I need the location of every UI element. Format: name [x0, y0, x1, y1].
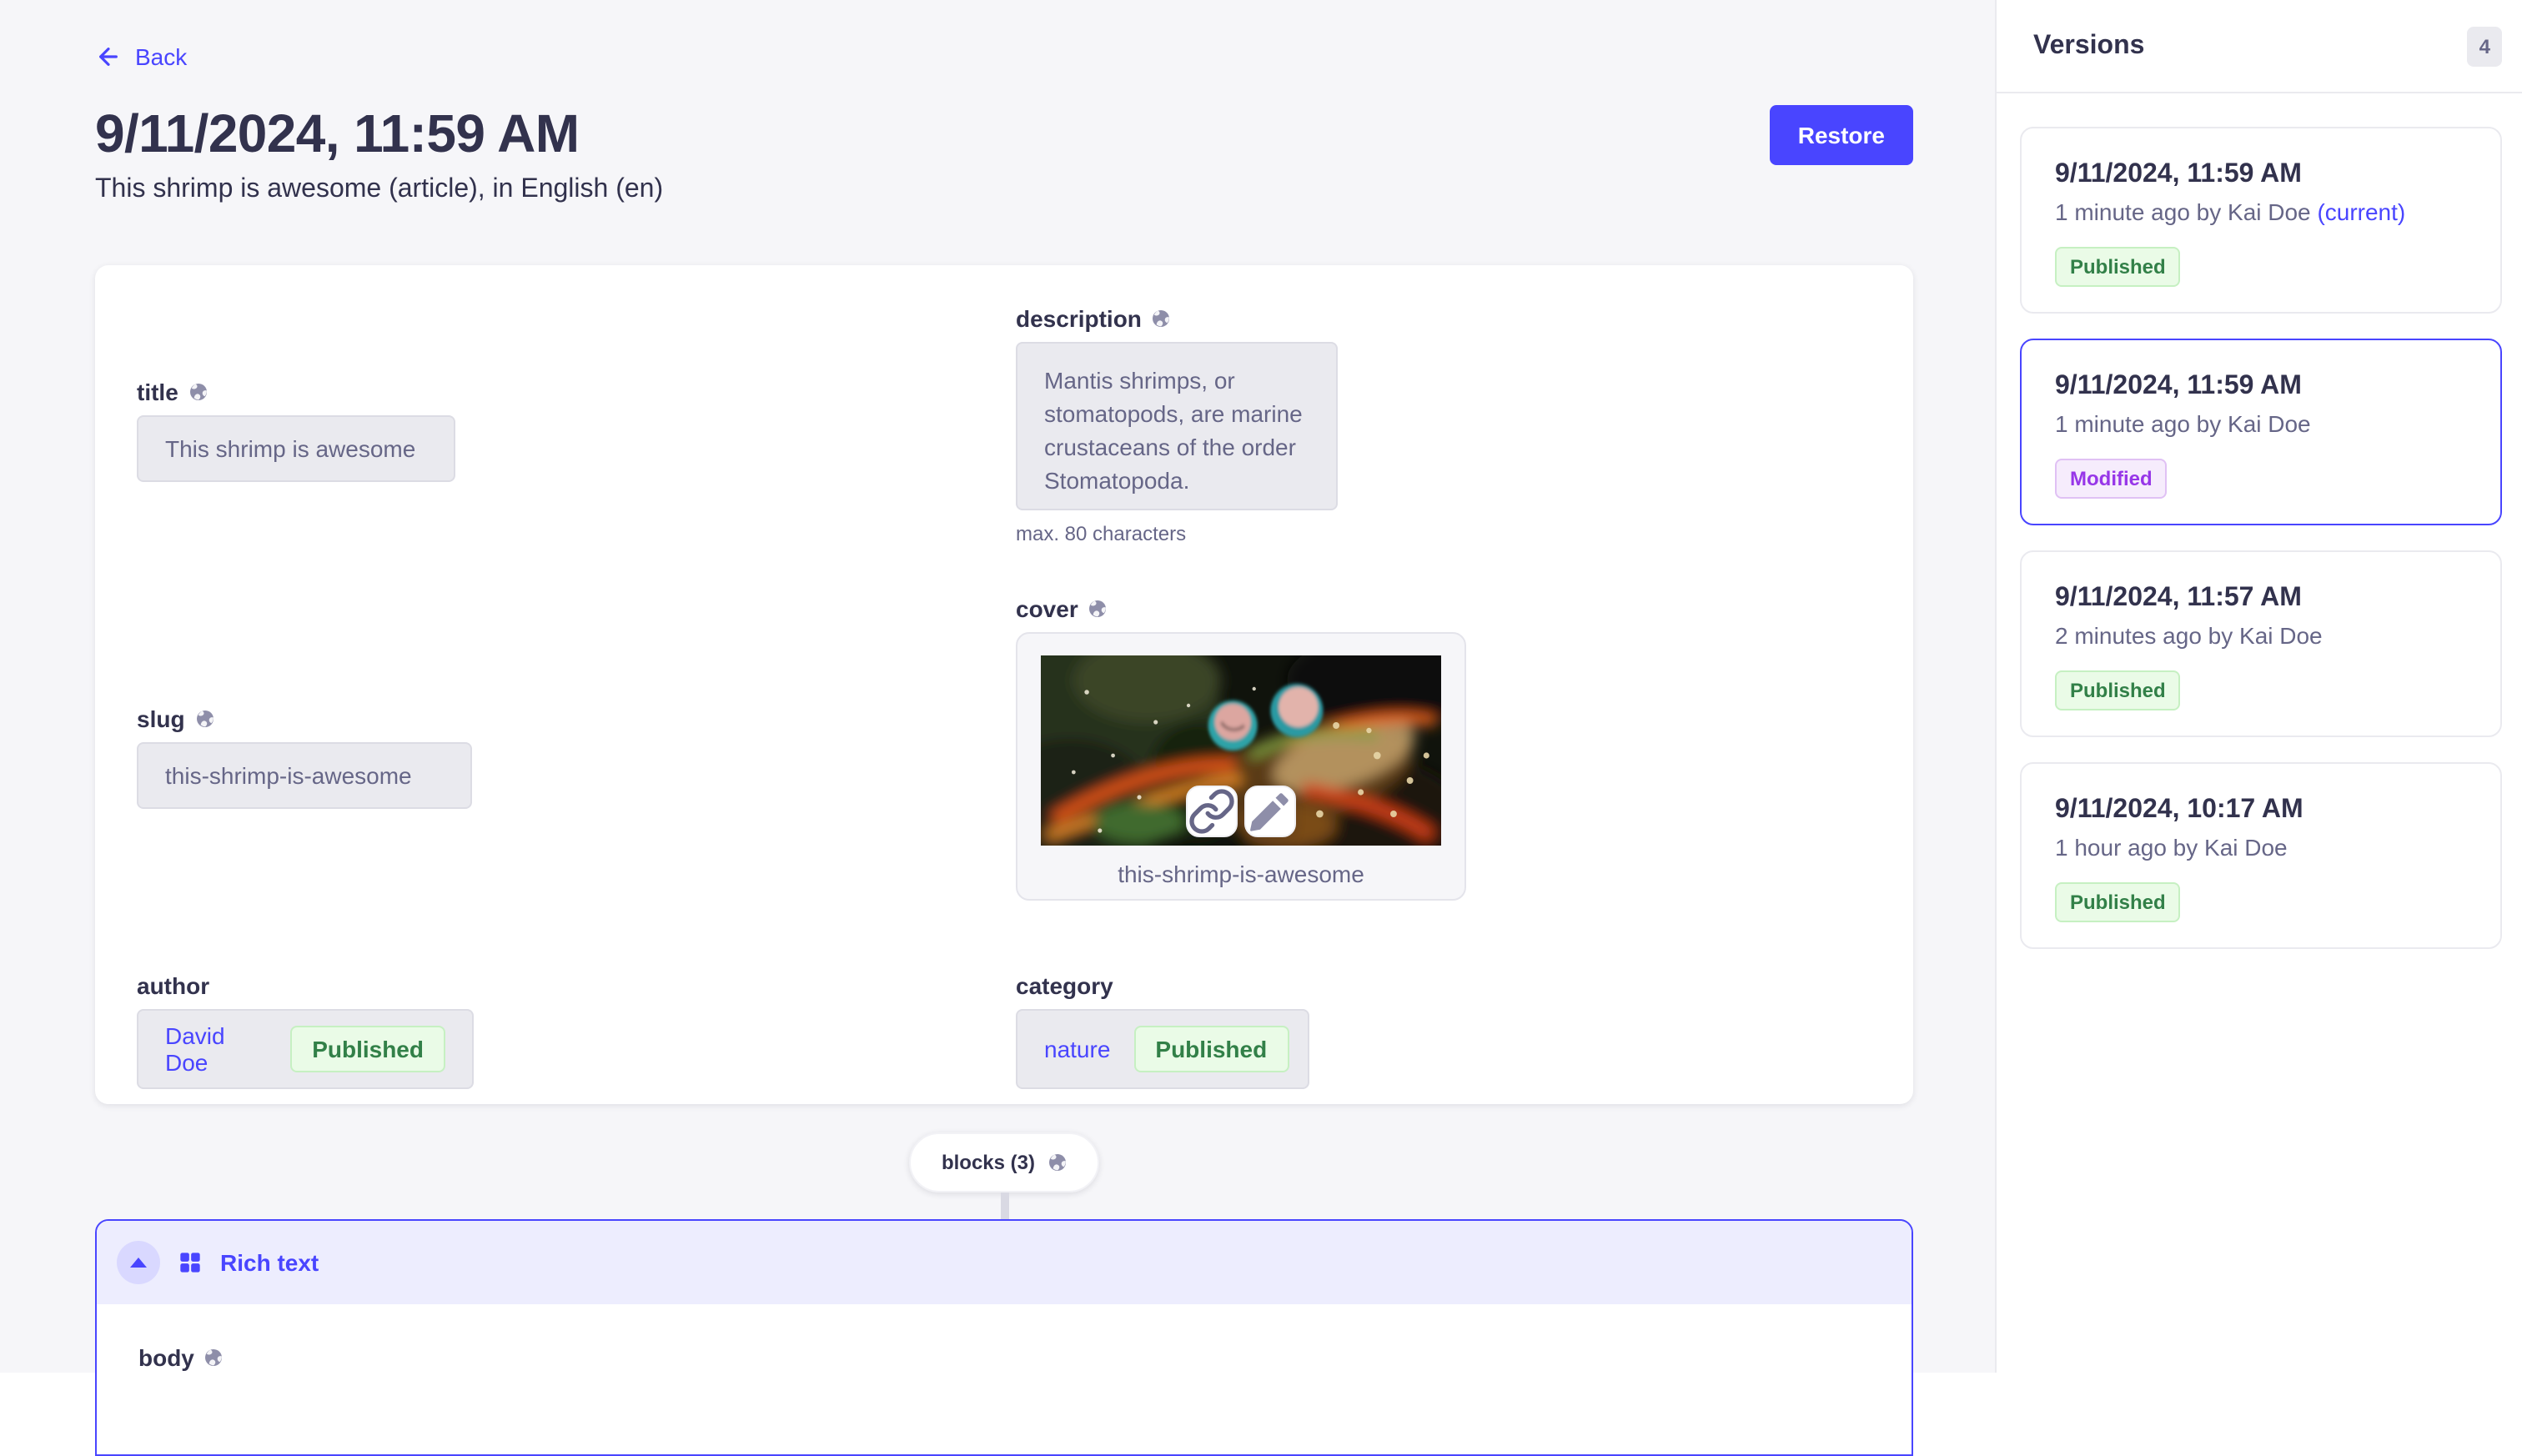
version-card[interactable]: 9/11/2024, 10:17 AM 1 hour ago by Kai Do…	[2020, 762, 2502, 949]
globe-icon	[195, 709, 215, 729]
field-slug-label-row: slug	[137, 705, 472, 732]
version-card[interactable]: 9/11/2024, 11:59 AM 1 minute ago by Kai …	[2020, 339, 2502, 525]
title-input	[137, 415, 455, 482]
version-timestamp: 9/11/2024, 11:59 AM	[2055, 372, 2467, 402]
version-timestamp: 9/11/2024, 10:17 AM	[2055, 796, 2467, 826]
field-body-label: body	[138, 1344, 194, 1371]
version-status-badge: Published	[2055, 882, 2181, 922]
field-author-label-row: author	[137, 972, 474, 999]
rich-text-block-header: Rich text	[97, 1221, 1912, 1304]
field-description-label: description	[1016, 305, 1142, 332]
versions-title: Versions	[2033, 31, 2144, 61]
blocks-section: blocks (3)	[95, 1132, 1913, 1219]
globe-icon	[188, 382, 208, 402]
field-cover-label: cover	[1016, 595, 1078, 622]
cover-actions	[1186, 786, 1296, 837]
field-cover-label-row: cover	[1016, 595, 1466, 622]
version-card[interactable]: 9/11/2024, 11:57 AM 2 minutes ago by Kai…	[2020, 550, 2502, 737]
history-main-pane: Back 9/11/2024, 11:59 AM This shrimp is …	[0, 0, 1995, 1373]
page-title: 9/11/2024, 11:59 AM	[95, 102, 663, 165]
category-status-badge: Published	[1133, 1026, 1289, 1072]
page-header-text: 9/11/2024, 11:59 AM This shrimp is aweso…	[95, 102, 663, 205]
description-textarea: Mantis shrimps, or stomatopods, are mari…	[1016, 342, 1338, 510]
field-author-label: author	[137, 972, 209, 999]
cover-filename: this-shrimp-is-awesome	[1017, 861, 1464, 887]
back-link[interactable]: Back	[95, 43, 187, 70]
versions-sidebar-header: Versions 4	[1997, 0, 2522, 93]
rich-text-block-label: Rich text	[220, 1249, 319, 1276]
globe-icon	[1047, 1152, 1067, 1172]
version-meta: 1 hour ago by Kai Doe	[2055, 834, 2467, 861]
field-category-label-row: category	[1016, 972, 1309, 999]
version-card[interactable]: 9/11/2024, 11:59 AM 1 minute ago by Kai …	[2020, 127, 2502, 314]
version-status-badge: Modified	[2055, 459, 2168, 499]
versions-count-badge: 4	[2468, 26, 2502, 66]
pencil-icon	[1246, 787, 1294, 836]
category-relation-box: nature Published	[1016, 1009, 1309, 1089]
version-meta-text: 2 minutes ago by Kai Doe	[2055, 622, 2323, 649]
version-status-badge: Published	[2055, 247, 2181, 287]
author-relation-box: David Doe Published	[137, 1009, 474, 1089]
version-meta-text: 1 minute ago by Kai Doe	[2055, 410, 2311, 437]
version-preview-card: title description Mantis shrimps, or sto…	[95, 265, 1913, 1104]
field-author: author David Doe Published	[137, 972, 474, 1089]
version-meta: 1 minute ago by Kai Doe	[2055, 410, 2467, 437]
versions-list: 9/11/2024, 11:59 AM 1 minute ago by Kai …	[1997, 93, 2522, 949]
globe-icon	[1088, 599, 1108, 619]
author-relation-link[interactable]: David Doe	[165, 1022, 267, 1076]
arrow-left-icon	[95, 43, 122, 70]
collapse-toggle-button[interactable]	[117, 1241, 160, 1284]
category-relation-link[interactable]: nature	[1044, 1036, 1110, 1062]
field-slug-label: slug	[137, 705, 185, 732]
rich-text-block: Rich text body	[95, 1219, 1913, 1456]
restore-button[interactable]: Restore	[1770, 105, 1913, 165]
field-cover: cover	[1016, 595, 1466, 901]
cover-image	[1041, 655, 1441, 846]
back-link-label: Back	[135, 43, 187, 70]
version-timestamp: 9/11/2024, 11:57 AM	[2055, 584, 2467, 614]
blocks-pill-label: blocks (3)	[942, 1151, 1035, 1174]
blocks-connector-line	[1000, 1192, 1008, 1219]
field-description: description Mantis shrimps, or stomatopo…	[1016, 305, 1338, 545]
version-meta: 1 minute ago by Kai Doe (current)	[2055, 198, 2467, 225]
author-status-badge: Published	[290, 1026, 445, 1072]
app-root: Back 9/11/2024, 11:59 AM This shrimp is …	[0, 0, 2522, 1373]
field-title-label-row: title	[137, 379, 455, 405]
link-icon	[1188, 787, 1236, 836]
field-description-label-row: description	[1016, 305, 1338, 332]
blocks-pill: blocks (3)	[910, 1132, 1098, 1192]
globe-icon	[204, 1348, 224, 1368]
rich-text-block-body: body	[97, 1304, 1912, 1421]
globe-icon	[1152, 309, 1172, 329]
field-category: category nature Published	[1016, 972, 1309, 1089]
slug-input	[137, 742, 472, 809]
page-subtitle: This shrimp is awesome (article), in Eng…	[95, 175, 663, 205]
copy-link-button[interactable]	[1186, 786, 1238, 837]
field-body-label-row: body	[138, 1344, 1870, 1371]
description-helper-text: max. 80 characters	[1016, 522, 1338, 545]
version-timestamp: 9/11/2024, 11:59 AM	[2055, 160, 2467, 190]
versions-sidebar: Versions 4 9/11/2024, 11:59 AM 1 minute …	[1995, 0, 2522, 1373]
version-status-badge: Published	[2055, 670, 2181, 710]
field-slug: slug	[137, 705, 472, 809]
version-meta-text: 1 minute ago by Kai Doe	[2055, 198, 2311, 225]
version-meta: 2 minutes ago by Kai Doe	[2055, 622, 2467, 649]
field-title: title	[137, 379, 455, 482]
version-current-label: (current)	[2317, 198, 2405, 225]
page-header: 9/11/2024, 11:59 AM This shrimp is aweso…	[95, 102, 1913, 205]
component-grid-icon	[178, 1251, 202, 1274]
edit-media-button[interactable]	[1244, 786, 1296, 837]
version-meta-text: 1 hour ago by Kai Doe	[2055, 834, 2288, 861]
field-title-label: title	[137, 379, 178, 405]
cover-media-card: this-shrimp-is-awesome	[1016, 632, 1466, 901]
chevron-up-icon	[130, 1258, 147, 1268]
field-category-label: category	[1016, 972, 1113, 999]
